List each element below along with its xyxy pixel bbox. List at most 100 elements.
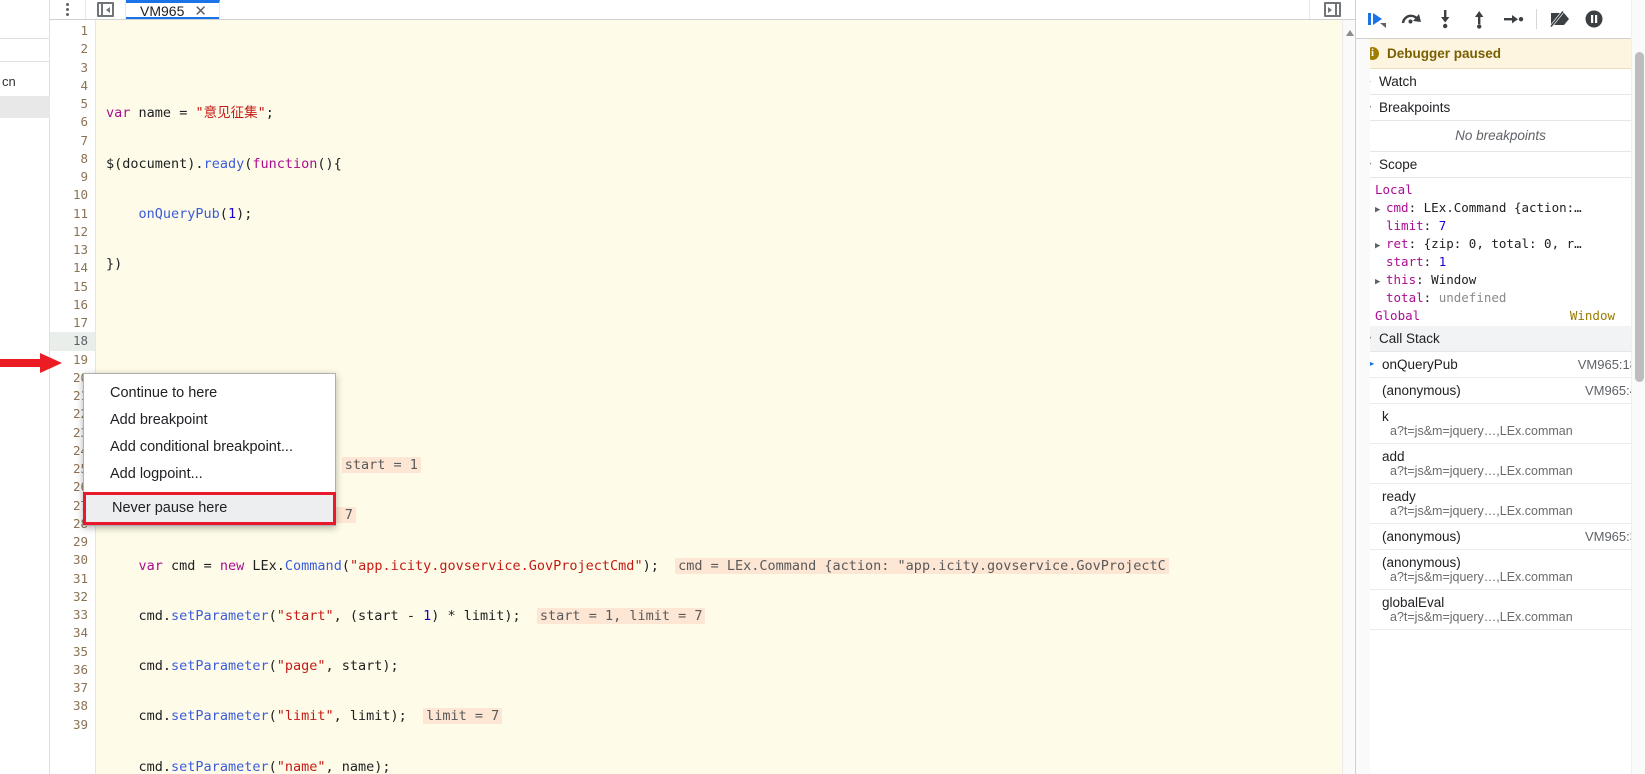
step-out-of-current-function-button[interactable] xyxy=(1462,2,1496,36)
close-icon[interactable]: ✕ xyxy=(194,4,207,19)
line-number[interactable]: 14 xyxy=(50,259,95,277)
deactivate-breakpoints-button[interactable] xyxy=(1543,2,1577,36)
variable-separator: : xyxy=(1416,271,1432,287)
line-number[interactable]: 18 xyxy=(50,332,95,351)
variable-separator: : xyxy=(1408,199,1424,215)
tab-vm965[interactable]: VM965 ✕ xyxy=(126,0,220,19)
more-options-button[interactable] xyxy=(50,0,86,19)
line-number[interactable]: 15 xyxy=(50,278,95,296)
pause-on-exceptions-button[interactable] xyxy=(1577,2,1611,36)
resume-icon xyxy=(1368,13,1386,28)
line-number[interactable]: 6 xyxy=(50,113,95,131)
call-stack-frame[interactable]: (anonymous) VM965:4 xyxy=(1356,378,1645,404)
line-number[interactable]: 32 xyxy=(50,588,95,606)
sidebar-vertical-scrollbar[interactable] xyxy=(1631,0,1645,774)
frame-location: VM965:4 xyxy=(1584,383,1637,398)
line-number[interactable]: 12 xyxy=(50,223,95,241)
banner-text: Debugger paused xyxy=(1387,46,1502,61)
inline-value: limit = 7 xyxy=(423,708,503,725)
context-menu-item[interactable]: Continue to here xyxy=(84,380,335,407)
editor-vertical-scrollbar[interactable] xyxy=(1342,20,1355,774)
line-number[interactable]: 31 xyxy=(50,570,95,588)
scope-tree[interactable]: ▼ Local ▶cmd: LEx.Command {action:…limit… xyxy=(1356,178,1645,326)
scrollbar-thumb[interactable] xyxy=(1635,52,1644,382)
rail-selected-row[interactable] xyxy=(0,96,50,118)
call-stack-list[interactable]: ➤onQueryPubVM965:18(anonymous)VM965:4ka?… xyxy=(1356,352,1645,630)
variable-name: this xyxy=(1386,271,1417,287)
scope-global-header[interactable]: ▶ Global Window xyxy=(1356,306,1645,324)
frame-function-name: (anonymous) xyxy=(1382,529,1461,544)
line-number[interactable]: 37 xyxy=(50,679,95,697)
line-number[interactable]: 9 xyxy=(50,168,95,186)
line-number[interactable]: 8 xyxy=(50,150,95,168)
line-number[interactable]: 10 xyxy=(50,186,95,204)
context-menu-item[interactable]: Add breakpoint xyxy=(84,407,335,434)
watch-section-header[interactable]: ▶ Watch xyxy=(1356,69,1645,95)
scope-section-header[interactable]: ▼ Scope xyxy=(1356,152,1645,178)
scroll-up-arrow-icon[interactable] xyxy=(1346,30,1354,36)
line-number[interactable]: 13 xyxy=(50,241,95,259)
toggle-debugger-sidebar-button[interactable] xyxy=(1309,0,1355,19)
scope-variable-row[interactable]: ▶ this: Window xyxy=(1356,270,1645,288)
line-number[interactable]: 30 xyxy=(50,551,95,569)
call-stack-frame[interactable]: (anonymous) a?t=js&m=jquery…,LEx.comman xyxy=(1356,550,1645,590)
context-menu-item[interactable]: Never pause here xyxy=(83,492,336,525)
code-line: $(document).ready(function(){ xyxy=(106,155,342,172)
tab-bar: VM965 ✕ xyxy=(50,0,1355,20)
line-number[interactable]: 3 xyxy=(50,59,95,77)
line-number[interactable]: 17 xyxy=(50,314,95,332)
step-out-icon xyxy=(1475,11,1484,29)
call-stack-section-header[interactable]: ▼ Call Stack xyxy=(1356,326,1645,352)
scope-variable-row[interactable]: limit: 7 xyxy=(1356,216,1645,234)
toggle-navigator-button[interactable] xyxy=(86,0,126,19)
rail-domain-label[interactable]: cn xyxy=(2,74,16,89)
line-number[interactable]: 33 xyxy=(50,606,95,624)
panel-left-icon xyxy=(97,2,114,17)
variable-value: LEx.Command {action:… xyxy=(1423,199,1582,215)
line-number[interactable]: 34 xyxy=(50,624,95,642)
scope-variable-row[interactable]: ▶ ret: {zip: 0, total: 0, r… xyxy=(1356,234,1645,252)
debugger-sidebar-content: i Debugger paused ▶ Watch ▼ Breakpoints … xyxy=(1356,39,1645,774)
line-number[interactable]: 4 xyxy=(50,77,95,95)
inline-value: start = 1 xyxy=(341,457,421,473)
resume-script-execution-button[interactable] xyxy=(1360,2,1394,36)
line-number[interactable]: 38 xyxy=(50,697,95,715)
line-number[interactable]: 39 xyxy=(50,716,95,734)
step-over-next-function-call-button[interactable] xyxy=(1394,2,1428,36)
call-stack-frame[interactable]: add a?t=js&m=jquery…,LEx.comman xyxy=(1356,444,1645,484)
tab-bar-spacer xyxy=(220,0,1309,19)
pause-on-exceptions-icon xyxy=(1585,10,1603,28)
line-number[interactable]: 16 xyxy=(50,296,95,314)
scope-local-header[interactable]: ▼ Local xyxy=(1356,180,1645,198)
step-into-next-function-call-button[interactable] xyxy=(1428,2,1462,36)
line-number[interactable]: 2 xyxy=(50,40,95,58)
line-number[interactable]: 36 xyxy=(50,661,95,679)
editor-context-menu[interactable]: Continue to here Add breakpoint Add condit… xyxy=(83,373,336,526)
frame-function-name: k xyxy=(1382,409,1389,424)
variable-separator: : xyxy=(1423,217,1439,233)
line-number[interactable]: 5 xyxy=(50,95,95,113)
step-button[interactable] xyxy=(1496,2,1530,36)
line-number[interactable]: 7 xyxy=(50,132,95,150)
line-number[interactable]: 1 xyxy=(50,22,95,40)
scope-variable-row[interactable]: ▶ cmd: LEx.Command {action:… xyxy=(1356,198,1645,216)
context-menu-item[interactable]: Add logpoint... xyxy=(84,461,335,488)
call-stack-frame[interactable]: ➤onQueryPubVM965:18 xyxy=(1356,352,1645,378)
line-number[interactable]: 11 xyxy=(50,205,95,223)
code-line: var name = "意见征集"; xyxy=(106,105,274,122)
call-stack-frame[interactable]: ready a?t=js&m=jquery…,LEx.comman xyxy=(1356,484,1645,524)
sidebar-inner-scrollbar-track[interactable] xyxy=(1356,39,1370,774)
scope-variable-row[interactable]: total: undefined xyxy=(1356,288,1645,306)
call-stack-frame[interactable]: k a?t=js&m=jquery…,LEx.comman xyxy=(1356,404,1645,444)
line-number[interactable]: 35 xyxy=(50,643,95,661)
call-stack-frame[interactable]: globalEval a?t=js&m=jquery…,LEx.comman xyxy=(1356,590,1645,630)
scope-variable-row[interactable]: start: 1 xyxy=(1356,252,1645,270)
breakpoints-section-header[interactable]: ▼ Breakpoints xyxy=(1356,95,1645,121)
line-number[interactable]: 29 xyxy=(50,533,95,551)
code-line: onQueryPub(1); xyxy=(138,205,253,222)
call-stack-frame[interactable]: (anonymous) VM965:3 xyxy=(1356,524,1645,550)
chevron-right-icon: ▶ xyxy=(1375,240,1381,251)
context-menu-item[interactable]: Add conditional breakpoint... xyxy=(84,434,335,461)
